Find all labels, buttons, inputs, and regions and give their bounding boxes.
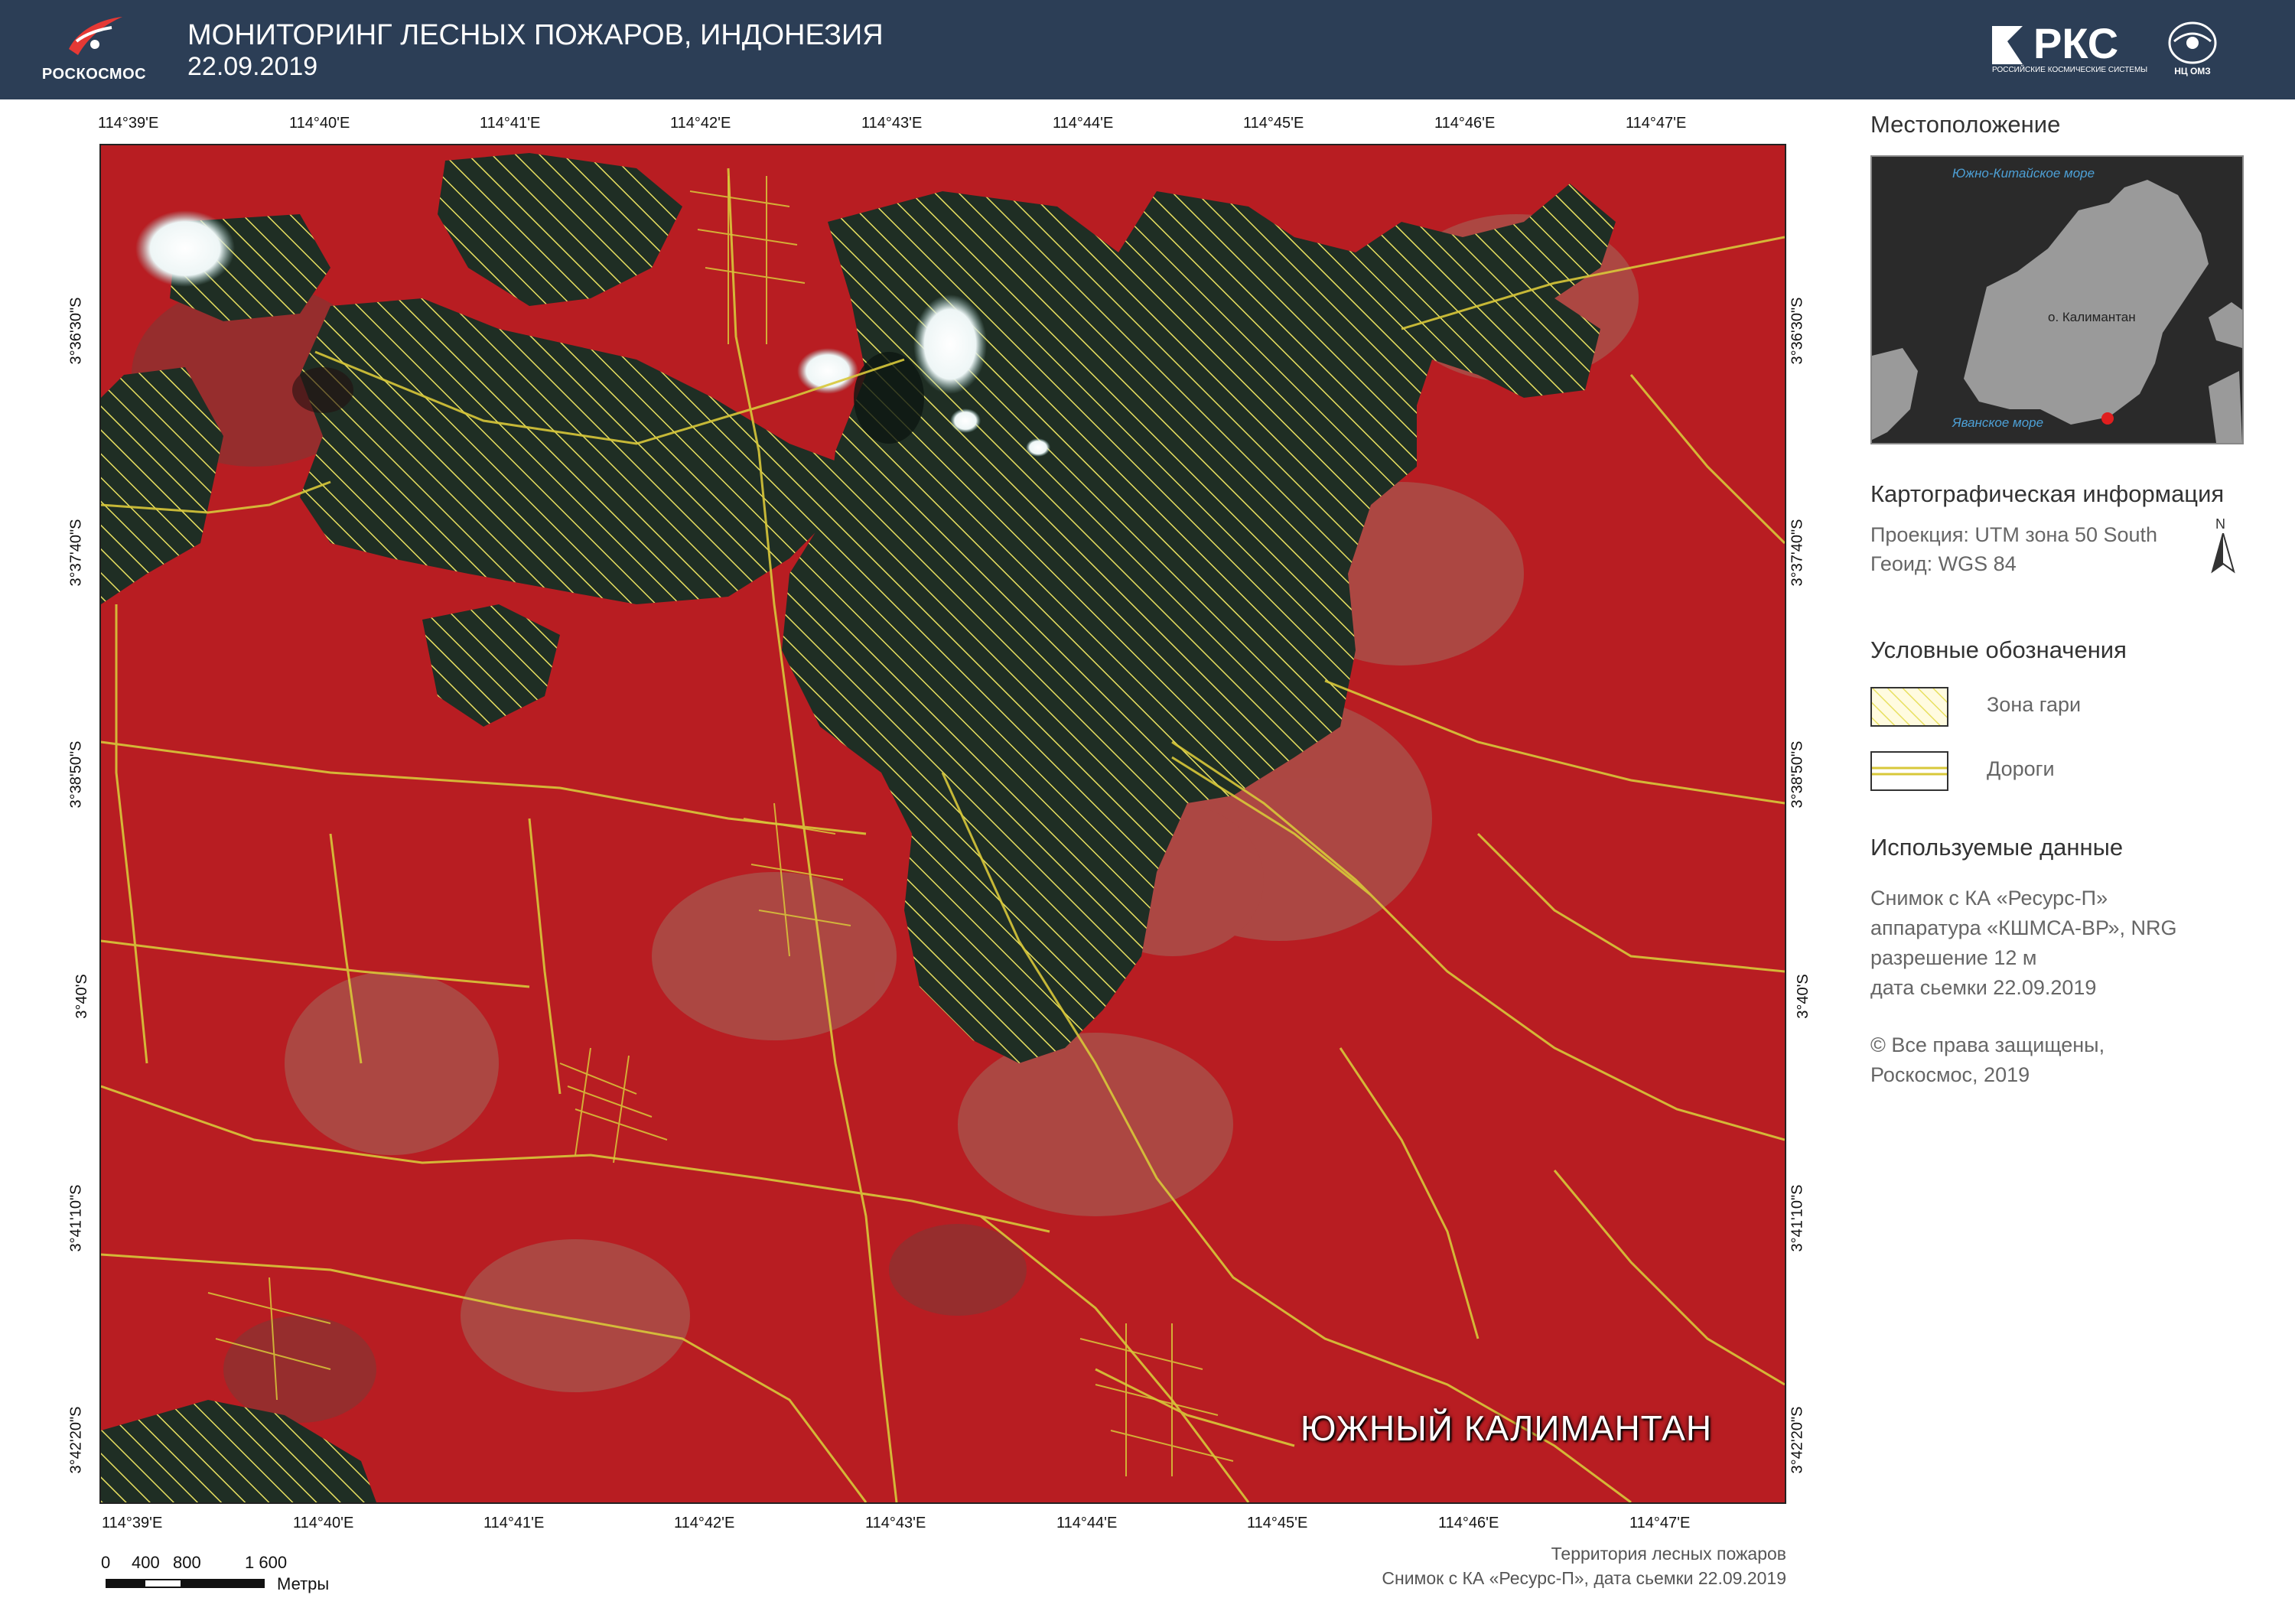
data-title: Используемые данные	[1870, 834, 2124, 861]
scale-tick-label: 1 600	[245, 1553, 288, 1572]
roscosmos-emblem-icon	[69, 17, 122, 55]
scale-tick-label: 0	[101, 1553, 111, 1572]
location-title: Местоположение	[1870, 111, 2061, 138]
geoid-text: Геоид: WGS 84	[1870, 552, 2017, 575]
scale-segment	[106, 1579, 144, 1588]
rks-logo-text: РКС	[2033, 19, 2119, 67]
location-marker	[2101, 412, 2114, 425]
data-line: разрешение 12 м	[1870, 946, 2037, 969]
lon-label-top: 114°41'E	[480, 115, 541, 132]
lat-label-left: 3°36'30"S	[67, 297, 85, 365]
data-line: Снимок с КА «Ресурс-П»	[1870, 887, 2108, 910]
lon-label-top: 114°42'E	[670, 115, 731, 132]
road-line-icon	[1872, 766, 1947, 776]
carto-info-title: Картографическая информация	[1870, 480, 2225, 507]
lon-label-bottom: 114°47'E	[1629, 1515, 1691, 1531]
satellite-image	[101, 145, 1785, 1502]
legend-title: Условные обозначения	[1870, 636, 2127, 663]
scale-unit: Метры	[277, 1574, 330, 1593]
legend-roads-swatch	[1870, 751, 1948, 791]
roscosmos-logo-text: РОСКОСМОС	[41, 66, 147, 83]
burn-hatch-icon	[1872, 688, 1947, 725]
legend-burn-label: Зона гари	[1987, 693, 2082, 716]
lat-label-left: 3°41'10"S	[67, 1184, 85, 1252]
scale-segment	[144, 1579, 182, 1588]
lon-label-bottom: 114°40'E	[293, 1515, 354, 1531]
lon-label-bottom: 114°44'E	[1056, 1515, 1118, 1531]
copyright-block: © Все права защищены, Роскосмос, 2019	[1870, 1030, 2105, 1090]
legend-burn-swatch	[1870, 687, 1948, 727]
lat-label-left: 3°40'S	[73, 974, 90, 1019]
lon-label-bottom: 114°43'E	[865, 1515, 926, 1531]
lat-label-right: 3°36'30"S	[1789, 297, 1806, 365]
lon-label-top: 114°47'E	[1626, 115, 1687, 132]
copyright-line: © Все права защищены,	[1870, 1033, 2105, 1056]
rks-emblem-icon	[1992, 26, 2023, 64]
lat-label-left: 3°38'50"S	[67, 740, 85, 809]
satellite-map[interactable]	[99, 144, 1786, 1504]
north-label: N	[2215, 516, 2225, 532]
lat-label-left: 3°42'20"S	[67, 1406, 85, 1474]
lat-label-right: 3°37'40"S	[1789, 519, 1806, 587]
omz-logo-text: НЦ ОМЗ	[2174, 66, 2211, 76]
scale-tick-label: 400	[132, 1553, 160, 1572]
omz-emblem-icon	[2168, 21, 2217, 64]
inset-sea-north-label: Южно-Китайское море	[1952, 166, 2095, 181]
inset-island-label: о. Калимантан	[2048, 310, 2136, 324]
rks-logo-subtitle: РОССИЙСКИЕ КОСМИЧЕСКИЕ СИСТЕМЫ	[1992, 66, 2148, 74]
lat-label-left: 3°37'40"S	[67, 519, 85, 587]
header-bar: РОСКОСМОС МОНИТОРИНГ ЛЕСНЫХ ПОЖАРОВ, ИНД…	[0, 0, 2295, 99]
north-arrow: N	[2208, 516, 2238, 578]
omz-logo: НЦ ОМЗ	[2162, 18, 2223, 80]
location-inset-map: Южно-Китайское море о. Калимантан Яванск…	[1870, 155, 2244, 444]
lat-label-right: 3°42'20"S	[1789, 1406, 1806, 1474]
region-label: ЮЖНЫЙ КАЛИМАНТАН	[1300, 1408, 1713, 1448]
scale-bar: 0 400 800 1 600 Метры	[99, 1553, 405, 1606]
page-title: МОНИТОРИНГ ЛЕСНЫХ ПОЖАРОВ, ИНДОНЕЗИЯ	[187, 19, 884, 51]
lon-label-bottom: 114°41'E	[483, 1515, 545, 1531]
lon-label-top: 114°43'E	[861, 115, 923, 132]
credit-line-1: Территория лесных пожаров	[1551, 1544, 1786, 1564]
credit-line-2: Снимок с КА «Ресурс-П», дата сьемки 22.0…	[1382, 1568, 1786, 1588]
lon-label-top: 114°39'E	[98, 115, 159, 132]
lon-label-top: 114°45'E	[1243, 115, 1304, 132]
lon-label-bottom: 114°42'E	[674, 1515, 735, 1531]
page-date: 22.09.2019	[187, 52, 318, 81]
rks-logo: РКС РОССИЙСКИЕ КОСМИЧЕСКИЕ СИСТЕМЫ	[1989, 19, 2147, 76]
inset-sea-south-label: Яванское море	[1952, 415, 2044, 430]
lon-label-bottom: 114°45'E	[1247, 1515, 1308, 1531]
lon-label-top: 114°40'E	[289, 115, 350, 132]
inset-island-shape	[1872, 180, 2242, 443]
data-line: дата сьемки 22.09.2019	[1870, 976, 2097, 999]
lon-label-top: 114°46'E	[1434, 115, 1496, 132]
data-info-block: Снимок с КА «Ресурс-П» аппаратура «КШМСА…	[1870, 884, 2177, 1003]
scale-tick-label: 800	[173, 1553, 201, 1572]
lon-label-bottom: 114°46'E	[1438, 1515, 1499, 1531]
lat-label-right: 3°40'S	[1794, 974, 1812, 1019]
lat-label-right: 3°38'50"S	[1789, 740, 1806, 809]
lat-label-right: 3°41'10"S	[1789, 1184, 1806, 1252]
scale-segment	[182, 1579, 265, 1588]
copyright-line: Роскосмос, 2019	[1870, 1063, 2030, 1086]
projection-text: Проекция: UTM зона 50 South	[1870, 523, 2158, 546]
north-arrow-icon	[2211, 533, 2235, 574]
data-line: аппаратура «КШМСА-ВР», NRG	[1870, 916, 2177, 939]
lon-label-top: 114°44'E	[1053, 115, 1114, 132]
roscosmos-logo: РОСКОСМОС	[37, 11, 151, 87]
legend-roads-label: Дороги	[1987, 757, 2055, 780]
lon-label-bottom: 114°39'E	[102, 1515, 163, 1531]
